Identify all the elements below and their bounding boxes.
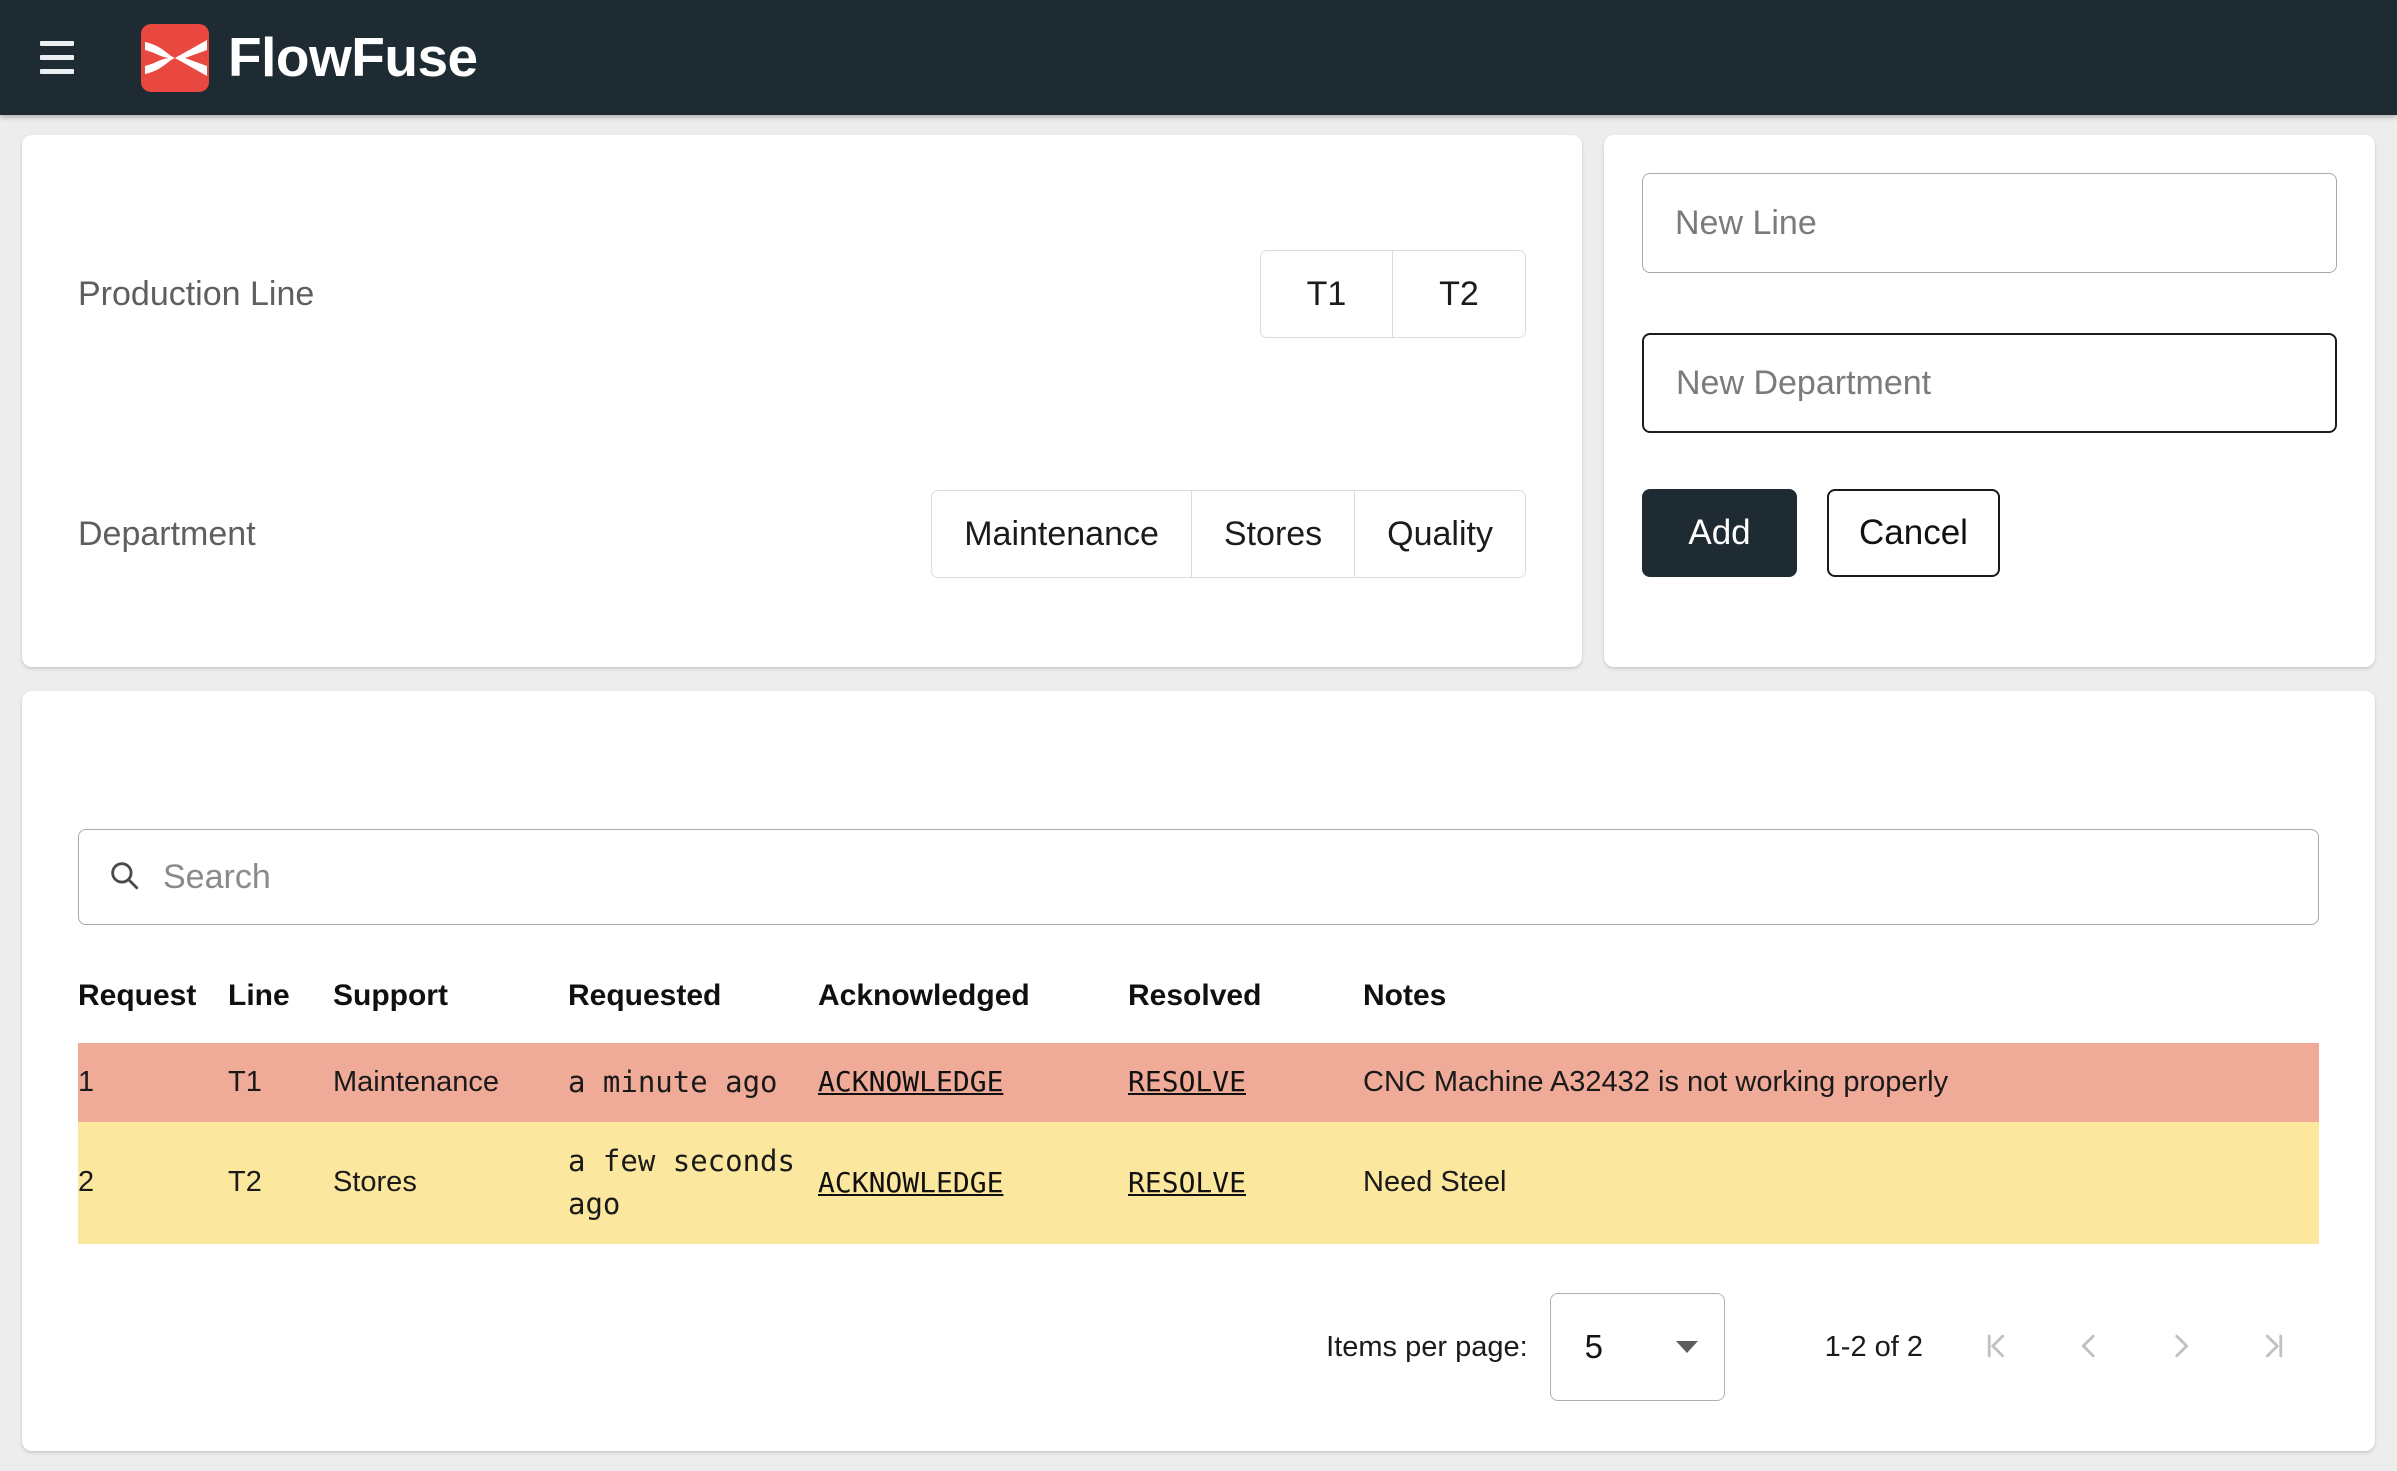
- search-input[interactable]: [163, 857, 2290, 897]
- cell-support: Maintenance: [333, 1065, 500, 1098]
- department-option-stores[interactable]: Stores: [1191, 491, 1356, 577]
- previous-page-icon: [2072, 1329, 2106, 1366]
- search-bar[interactable]: [78, 829, 2319, 925]
- resolve-link[interactable]: RESOLVE: [1128, 1166, 1246, 1199]
- column-header-acknowledged: Acknowledged: [818, 979, 1030, 1012]
- app-title: FlowFuse: [228, 26, 478, 88]
- cell-requested: a few seconds ago: [568, 1143, 795, 1221]
- acknowledge-link[interactable]: ACKNOWLEDGE: [818, 1166, 1003, 1199]
- column-header-notes: Notes: [1363, 979, 1447, 1012]
- production-line-option-t2[interactable]: T2: [1393, 251, 1525, 337]
- page-range-label: 1-2 of 2: [1824, 1330, 1923, 1363]
- column-header-support: Support: [333, 979, 448, 1012]
- resolve-link[interactable]: RESOLVE: [1128, 1065, 1246, 1098]
- column-header-line: Line: [228, 979, 290, 1012]
- previous-page-button[interactable]: [2043, 1301, 2135, 1393]
- table-header: Request Line Support Requested Acknowled…: [78, 961, 2319, 1043]
- production-line-toggle-group[interactable]: T1 T2: [1260, 250, 1526, 338]
- cell-line: T2: [228, 1166, 262, 1199]
- cell-acknowledged: ACKNOWLEDGE: [818, 1043, 1128, 1122]
- cell-resolved: RESOLVE: [1128, 1043, 1363, 1122]
- column-header-resolved: Resolved: [1128, 979, 1262, 1012]
- cell-request: 1: [78, 1065, 95, 1098]
- app-header: FlowFuse: [0, 0, 2397, 115]
- department-toggle-group[interactable]: Maintenance Stores Quality: [931, 490, 1526, 578]
- add-button[interactable]: Add: [1642, 489, 1797, 577]
- cell-resolved: RESOLVE: [1128, 1122, 1363, 1244]
- add-card-actions: Add Cancel: [1642, 489, 2337, 577]
- table-body: 1 T1 Maintenance a minute ago ACKNOWLEDG…: [78, 1043, 2319, 1244]
- table-row: 1 T1 Maintenance a minute ago ACKNOWLEDG…: [78, 1043, 2319, 1122]
- add-entry-card: Add Cancel: [1604, 135, 2375, 667]
- table-header-row: Request Line Support Requested Acknowled…: [78, 961, 2319, 1043]
- next-page-button[interactable]: [2135, 1301, 2227, 1393]
- first-page-icon: [1980, 1329, 2014, 1366]
- cancel-button[interactable]: Cancel: [1827, 489, 2000, 577]
- department-option-maintenance[interactable]: Maintenance: [932, 491, 1192, 577]
- items-per-page-label: Items per page:: [1326, 1330, 1528, 1363]
- last-page-icon: [2256, 1329, 2290, 1366]
- department-field: Department Maintenance Stores Quality: [78, 484, 1526, 584]
- cell-support: Stores: [333, 1166, 417, 1199]
- requests-card: Request Line Support Requested Acknowled…: [22, 691, 2375, 1451]
- next-page-icon: [2164, 1329, 2198, 1366]
- flowfuse-logo-icon: [141, 23, 209, 92]
- chevron-down-icon: [1675, 1341, 1698, 1353]
- cell-acknowledged: ACKNOWLEDGE: [818, 1122, 1128, 1244]
- department-option-quality[interactable]: Quality: [1355, 491, 1525, 577]
- production-line-field: Production Line T1 T2: [78, 244, 1526, 344]
- column-header-request: Request: [78, 979, 197, 1012]
- production-line-label: Production Line: [78, 274, 315, 313]
- table-row: 2 T2 Stores a few seconds ago ACKNOWLEDG…: [78, 1121, 2319, 1244]
- cell-requested: a minute ago: [568, 1065, 778, 1099]
- paginator: Items per page: 5 1-2 of 2: [78, 1293, 2319, 1401]
- brand: FlowFuse: [141, 23, 478, 92]
- page-body: Production Line T1 T2 Department Mainten…: [0, 115, 2397, 1451]
- configuration-card: Production Line T1 T2 Department Mainten…: [22, 135, 1582, 667]
- department-label: Department: [78, 514, 256, 553]
- cell-notes: Need Steel: [1363, 1166, 1507, 1199]
- search-icon: [107, 858, 141, 897]
- cell-request: 2: [78, 1166, 95, 1199]
- acknowledge-link[interactable]: ACKNOWLEDGE: [818, 1065, 1003, 1098]
- cell-line: T1: [228, 1065, 262, 1098]
- items-per-page-select[interactable]: 5: [1549, 1293, 1725, 1401]
- new-department-input[interactable]: [1642, 333, 2337, 433]
- requests-table: Request Line Support Requested Acknowled…: [78, 961, 2319, 1244]
- new-line-input[interactable]: [1642, 173, 2337, 273]
- column-header-requested: Requested: [568, 979, 722, 1012]
- items-per-page-value: 5: [1584, 1328, 1604, 1365]
- last-page-button[interactable]: [2227, 1301, 2319, 1393]
- first-page-button[interactable]: [1951, 1301, 2043, 1393]
- production-line-option-t1[interactable]: T1: [1261, 251, 1393, 337]
- hamburger-menu-icon[interactable]: [26, 27, 88, 89]
- top-row: Production Line T1 T2 Department Mainten…: [22, 135, 2375, 667]
- cell-notes: CNC Machine A32432 is not working proper…: [1363, 1065, 1949, 1098]
